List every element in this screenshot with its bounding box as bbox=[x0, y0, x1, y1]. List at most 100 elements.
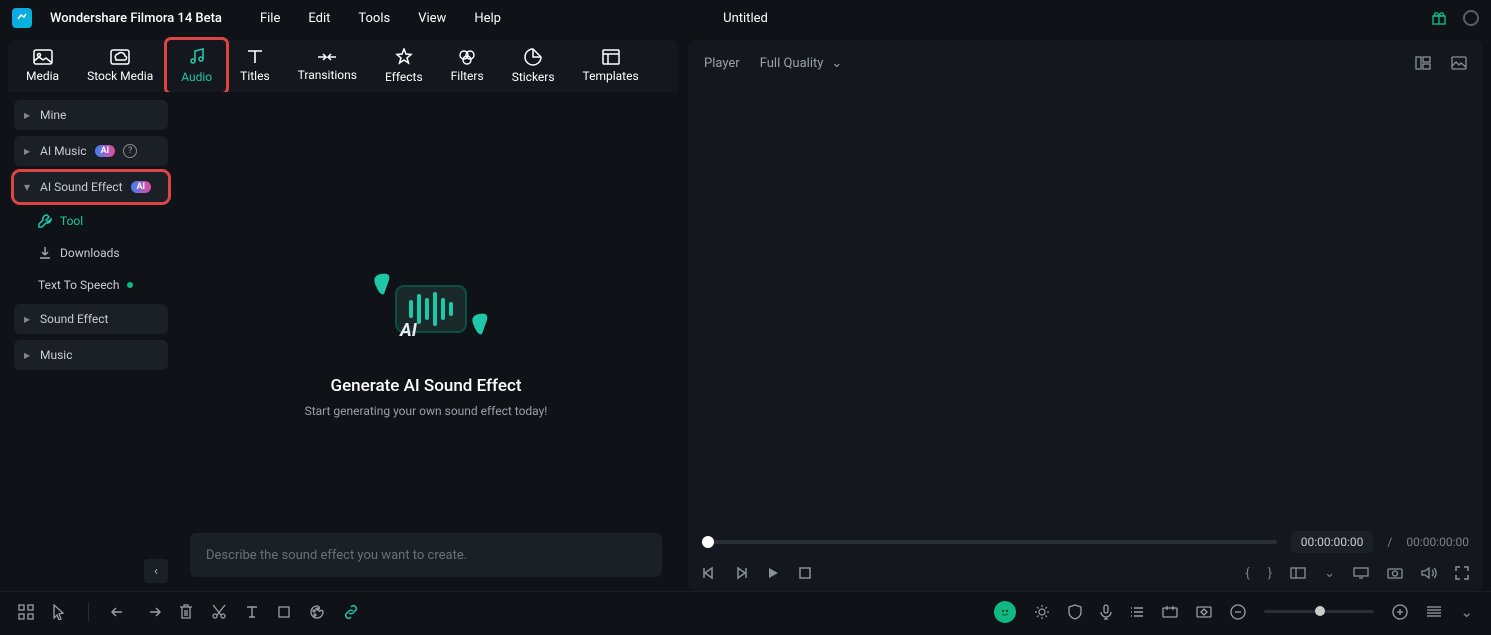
sidebar-music-label: Music bbox=[40, 348, 72, 362]
sidebar-item-ai-music[interactable]: ▸AI MusicAI? bbox=[14, 136, 168, 166]
tab-titles-label: Titles bbox=[240, 69, 269, 83]
tab-stickers[interactable]: Stickers bbox=[498, 40, 569, 92]
ai-sound-content: AI Generate AI Sound Effect Start genera… bbox=[174, 92, 678, 591]
quality-select[interactable]: Full Quality ⌄ bbox=[760, 56, 843, 71]
mic-icon[interactable] bbox=[1100, 604, 1112, 620]
effects-icon bbox=[395, 48, 413, 66]
play-backward-button[interactable] bbox=[734, 566, 748, 580]
titles-icon bbox=[246, 49, 264, 65]
mark-out-icon[interactable]: } bbox=[1268, 566, 1272, 581]
cut-icon[interactable] bbox=[211, 604, 227, 620]
content-subtext: Start generating your own sound effect t… bbox=[305, 404, 548, 418]
brightness-icon[interactable] bbox=[1034, 604, 1050, 620]
zoom-in-icon[interactable] bbox=[1392, 604, 1408, 620]
ai-sound-illustration-icon: AI bbox=[356, 266, 496, 356]
display-icon[interactable] bbox=[1353, 567, 1369, 579]
delete-icon[interactable] bbox=[179, 604, 193, 620]
tab-stock-media[interactable]: Stock Media bbox=[73, 40, 167, 92]
record-icon[interactable] bbox=[1463, 10, 1479, 26]
play-button[interactable] bbox=[766, 566, 780, 580]
stop-button[interactable] bbox=[798, 566, 812, 580]
tab-filters-label: Filters bbox=[451, 69, 484, 83]
modules-icon[interactable] bbox=[18, 604, 34, 620]
tab-transitions[interactable]: Transitions bbox=[284, 40, 371, 92]
info-icon[interactable]: ? bbox=[123, 144, 137, 158]
tab-audio-label: Audio bbox=[181, 70, 212, 84]
tab-stickers-label: Stickers bbox=[512, 70, 555, 84]
marker-icon[interactable] bbox=[1162, 605, 1178, 619]
fullscreen-icon[interactable] bbox=[1455, 566, 1469, 580]
mark-in-icon[interactable]: { bbox=[1245, 566, 1249, 581]
menu-file[interactable]: File bbox=[260, 11, 280, 26]
gift-icon[interactable] bbox=[1431, 10, 1447, 26]
menu-view[interactable]: View bbox=[418, 11, 446, 26]
camera-icon[interactable] bbox=[1387, 567, 1403, 579]
chevron-down-icon[interactable]: ⌄ bbox=[1460, 603, 1473, 621]
download-icon bbox=[38, 246, 52, 260]
snapshot-icon[interactable] bbox=[1451, 56, 1467, 70]
zoom-out-icon[interactable] bbox=[1230, 604, 1246, 620]
preview-area bbox=[688, 86, 1483, 525]
sidebar-sub-tts[interactable]: Text To Speech bbox=[14, 272, 168, 298]
tab-transitions-label: Transitions bbox=[298, 68, 357, 82]
grid-view-icon[interactable] bbox=[1415, 56, 1431, 70]
sidebar-sub-tool[interactable]: Tool bbox=[14, 208, 168, 234]
sidebar-item-music[interactable]: ▸Music bbox=[14, 340, 168, 370]
app-logo-icon bbox=[12, 8, 32, 28]
chevron-right-icon: ▸ bbox=[24, 108, 32, 122]
document-title: Untitled bbox=[723, 11, 768, 26]
tab-media[interactable]: Media bbox=[12, 40, 73, 92]
sidebar-item-mine[interactable]: ▸Mine bbox=[14, 100, 168, 130]
chevron-down-icon: ▾ bbox=[24, 180, 32, 194]
menu-edit[interactable]: Edit bbox=[308, 11, 330, 26]
chevron-down-icon[interactable]: ⌄ bbox=[1324, 566, 1335, 581]
tab-media-label: Media bbox=[26, 69, 59, 83]
audio-icon bbox=[188, 48, 206, 66]
sound-prompt-input[interactable] bbox=[190, 533, 662, 577]
sidebar-item-sound-effect[interactable]: ▸Sound Effect bbox=[14, 304, 168, 334]
tab-effects[interactable]: Effects bbox=[371, 40, 437, 92]
list-icon[interactable] bbox=[1130, 605, 1144, 619]
app-name: Wondershare Filmora 14 Beta bbox=[50, 11, 222, 26]
color-icon[interactable] bbox=[309, 605, 325, 619]
svg-text:AI: AI bbox=[399, 320, 418, 341]
left-panel: Media Stock Media Audio Titles Transitio… bbox=[8, 36, 678, 591]
cursor-icon[interactable] bbox=[52, 604, 66, 620]
tab-titles[interactable]: Titles bbox=[226, 40, 283, 92]
bottom-toolbar: ⌄ bbox=[0, 591, 1491, 631]
category-tabs: Media Stock Media Audio Titles Transitio… bbox=[8, 40, 678, 92]
layout-icon[interactable] bbox=[1290, 567, 1306, 579]
prev-frame-button[interactable] bbox=[702, 566, 716, 580]
redo-icon[interactable] bbox=[145, 606, 161, 618]
volume-icon[interactable] bbox=[1421, 566, 1437, 580]
menu-tools[interactable]: Tools bbox=[358, 11, 390, 26]
transitions-icon bbox=[317, 50, 337, 64]
sidebar-sound-effect-label: Sound Effect bbox=[40, 312, 108, 326]
scrub-thumb[interactable] bbox=[702, 536, 714, 548]
tab-filters[interactable]: Filters bbox=[437, 40, 498, 92]
sidebar-sub-downloads[interactable]: Downloads bbox=[14, 240, 168, 266]
chevron-left-icon: ‹ bbox=[154, 564, 158, 579]
assistant-icon[interactable] bbox=[994, 601, 1016, 623]
keyframe-icon[interactable] bbox=[1196, 606, 1212, 618]
timeline-options-icon[interactable] bbox=[1426, 605, 1442, 619]
scrub-row: 00:00:00:00 / 00:00:00:00 bbox=[688, 525, 1483, 555]
link-icon[interactable] bbox=[343, 605, 359, 619]
tab-audio[interactable]: Audio bbox=[167, 40, 226, 92]
stickers-icon bbox=[524, 48, 542, 66]
zoom-thumb[interactable] bbox=[1315, 606, 1325, 616]
tab-templates[interactable]: Templates bbox=[569, 40, 653, 92]
menu-help[interactable]: Help bbox=[474, 11, 501, 26]
player-label: Player bbox=[704, 56, 740, 71]
audio-sidebar: ▸Mine ▸AI MusicAI? ▾AI Sound EffectAI To… bbox=[8, 92, 174, 591]
scrub-track[interactable] bbox=[702, 540, 1277, 544]
collapse-sidebar-button[interactable]: ‹ bbox=[144, 559, 168, 583]
new-dot-icon bbox=[127, 282, 133, 288]
crop-icon[interactable] bbox=[277, 605, 291, 619]
undo-icon[interactable] bbox=[111, 606, 127, 618]
sidebar-downloads-label: Downloads bbox=[60, 246, 120, 260]
shield-icon[interactable] bbox=[1068, 604, 1082, 620]
zoom-slider[interactable] bbox=[1264, 610, 1374, 613]
text-icon[interactable] bbox=[245, 605, 259, 619]
sidebar-item-ai-sound-effect[interactable]: ▾AI Sound EffectAI bbox=[14, 172, 168, 202]
